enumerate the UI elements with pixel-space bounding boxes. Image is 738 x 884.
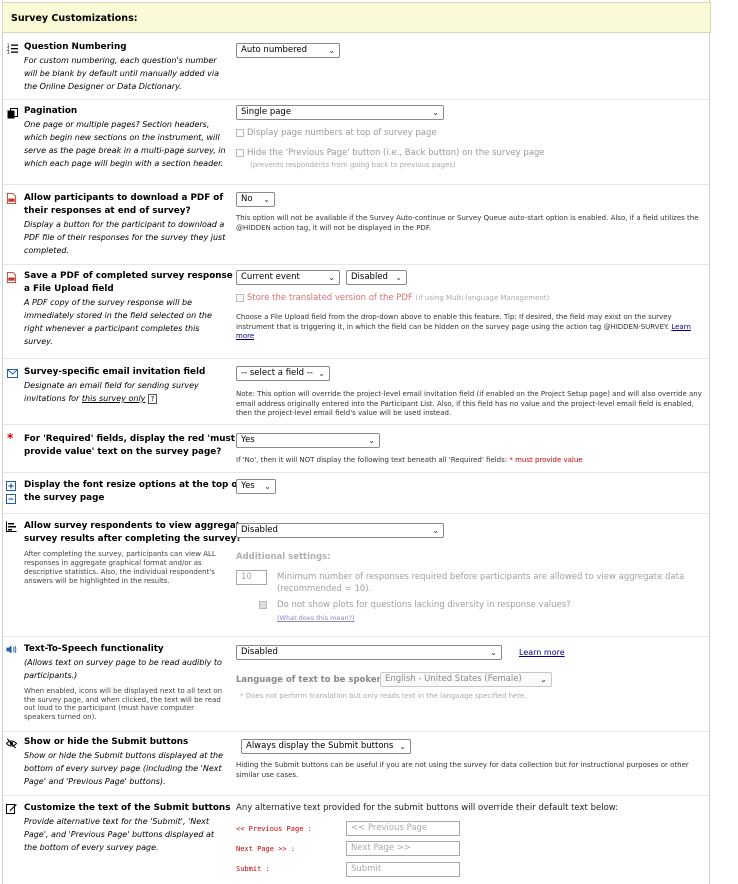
question-numbering-desc: For custom numbering, each question's nu… xyxy=(24,56,219,91)
next-page-label: Next Page >> : xyxy=(236,845,296,853)
hide-previous-sublabel: (prevents respondents from going back to… xyxy=(250,161,456,169)
section-header: Survey Customizations: xyxy=(2,2,711,33)
required-text-select[interactable]: Yes ⌄ xyxy=(236,433,380,448)
envelope-icon xyxy=(7,369,18,378)
custom-text-desc: Provide alternative text for the 'Submit… xyxy=(24,817,215,852)
font-resize-title: Display the font resize options at the t… xyxy=(24,480,242,503)
tts-learn-more-link[interactable]: Learn more xyxy=(519,648,565,657)
previous-page-label: << Previous Page : xyxy=(236,825,312,833)
pages-icon xyxy=(7,108,18,119)
required-text-note: If 'No', then it will NOT display the fo… xyxy=(236,456,583,464)
additional-settings-label: Additional settings: xyxy=(236,552,331,562)
pagination-title: Pagination xyxy=(24,106,78,116)
chevron-down-icon: ⌄ xyxy=(432,526,439,535)
tts-language-label: Language of text to be spoken: xyxy=(236,675,387,685)
eye-slash-icon xyxy=(6,738,17,749)
submit-input[interactable]: Submit xyxy=(346,862,460,877)
email-field-select[interactable]: -- select a field -- ⌄ xyxy=(236,366,330,381)
section-title: Survey Customizations: xyxy=(11,13,138,24)
pdf-download-select[interactable]: No ⌄ xyxy=(236,192,275,207)
no-plots-label: Do not show plots for questions lacking … xyxy=(277,600,571,610)
hide-previous-label: Hide the 'Previous Page' button (i.e., B… xyxy=(247,148,545,158)
email-field-title: Survey-specific email invitation field xyxy=(24,367,206,377)
page-numbers-checkbox[interactable] xyxy=(236,129,244,137)
tts-desc: (Allows text on survey page to be read a… xyxy=(24,658,222,680)
tts-language-select[interactable]: English - United States (Female) ⌄ xyxy=(380,672,552,687)
chevron-down-icon: ⌄ xyxy=(264,482,271,491)
chevron-down-icon: ⌄ xyxy=(540,675,547,684)
speaker-icon xyxy=(6,645,17,654)
pdf-download-desc: Display a button for the participant to … xyxy=(24,220,226,255)
pdf-download-note: This option will not be available if the… xyxy=(236,214,699,232)
chevron-down-icon: ⌄ xyxy=(318,369,325,378)
tts-title: Text-To-Speech functionality xyxy=(24,644,164,654)
font-resize-select[interactable]: Yes ⌄ xyxy=(236,479,276,494)
svg-text:3: 3 xyxy=(7,50,10,54)
learn-more-link-cont[interactable]: more xyxy=(236,332,254,340)
pdf-file-icon xyxy=(6,272,17,283)
chevron-down-icon: ⌄ xyxy=(328,46,335,55)
bar-chart-icon xyxy=(6,521,17,532)
learn-more-link[interactable]: Learn xyxy=(671,323,691,331)
previous-page-input[interactable]: << Previous Page xyxy=(346,821,460,836)
tts-desc-small: When enabled, icons will be displayed ne… xyxy=(24,687,223,721)
next-page-input[interactable]: Next Page >> xyxy=(346,841,460,856)
question-numbering-title: Question Numbering xyxy=(24,42,127,52)
help-icon[interactable]: ? xyxy=(147,394,157,404)
edit-icon xyxy=(6,804,17,814)
pdf-save-event-select[interactable]: Current event ⌄ xyxy=(236,270,340,285)
no-plots-checkbox[interactable] xyxy=(259,601,267,609)
zoom-out-icon xyxy=(6,494,16,504)
chevron-down-icon: ⌄ xyxy=(399,742,406,751)
page-numbers-label: Display page numbers at top of survey pa… xyxy=(247,128,437,138)
submit-buttons-note: Hiding the Submit buttons can be useful … xyxy=(236,761,689,779)
submit-label: Submit : xyxy=(236,865,270,873)
submit-buttons-select[interactable]: Always display the Submit buttons ⌄ xyxy=(241,739,411,754)
submit-buttons-title: Show or hide the Submit buttons xyxy=(24,737,189,747)
custom-text-note: Any alternative text provided for the su… xyxy=(236,803,619,813)
submit-buttons-desc: Show or hide the Submit buttons displaye… xyxy=(24,751,224,786)
min-responses-input[interactable]: 10 xyxy=(236,570,267,585)
zoom-in-icon xyxy=(6,481,16,491)
pdf-save-field-select[interactable]: Disabled ⌄ xyxy=(346,270,407,285)
translated-pdf-checkbox[interactable] xyxy=(236,294,244,302)
pdf-download-title: Allow participants to download a PDF of t… xyxy=(24,193,224,216)
question-numbering-select[interactable]: Auto numbered ⌄ xyxy=(236,43,340,58)
tts-language-note: * Does not perform translation but only … xyxy=(240,692,527,700)
aggregate-title: Allow survey respondents to view aggrega… xyxy=(24,521,247,544)
chevron-down-icon: ⌄ xyxy=(490,648,497,657)
pdf-file-icon xyxy=(6,193,17,204)
min-responses-label: Minimum number of responses required bef… xyxy=(277,572,685,594)
aggregate-select[interactable]: Disabled ⌄ xyxy=(236,523,444,538)
required-text-title: For 'Required' fields, display the red '… xyxy=(24,434,235,457)
tts-select[interactable]: Disabled ⌄ xyxy=(236,645,502,660)
translated-pdf-label: Store the translated version of the PDF … xyxy=(247,293,550,303)
numbered-list-icon: 1 2 3 xyxy=(7,43,18,54)
asterisk-icon: * xyxy=(7,431,14,445)
pagination-select[interactable]: Single page ⌄ xyxy=(236,105,444,120)
pdf-save-note: Choose a File Upload field from the drop… xyxy=(236,313,691,340)
email-field-desc: Designate an email field for sending sur… xyxy=(24,381,199,404)
custom-text-title: Customize the text of the Submit buttons xyxy=(24,803,231,813)
email-field-note: Note: This option will override the proj… xyxy=(236,390,702,417)
aggregate-desc: After completing the survey, participant… xyxy=(24,550,216,585)
chevron-down-icon: ⌄ xyxy=(395,273,402,282)
chevron-down-icon: ⌄ xyxy=(328,273,335,282)
what-does-this-mean-link[interactable]: (What does this mean?) xyxy=(277,614,355,622)
chevron-down-icon: ⌄ xyxy=(263,195,270,204)
hide-previous-checkbox[interactable] xyxy=(236,149,244,157)
pagination-desc: One page or multiple pages? Section head… xyxy=(24,120,226,168)
pdf-save-desc: A PDF copy of the survey response will b… xyxy=(24,298,212,346)
pdf-save-title: Save a PDF of completed survey response … xyxy=(24,271,247,294)
chevron-down-icon: ⌄ xyxy=(368,436,375,445)
chevron-down-icon: ⌄ xyxy=(432,108,439,117)
